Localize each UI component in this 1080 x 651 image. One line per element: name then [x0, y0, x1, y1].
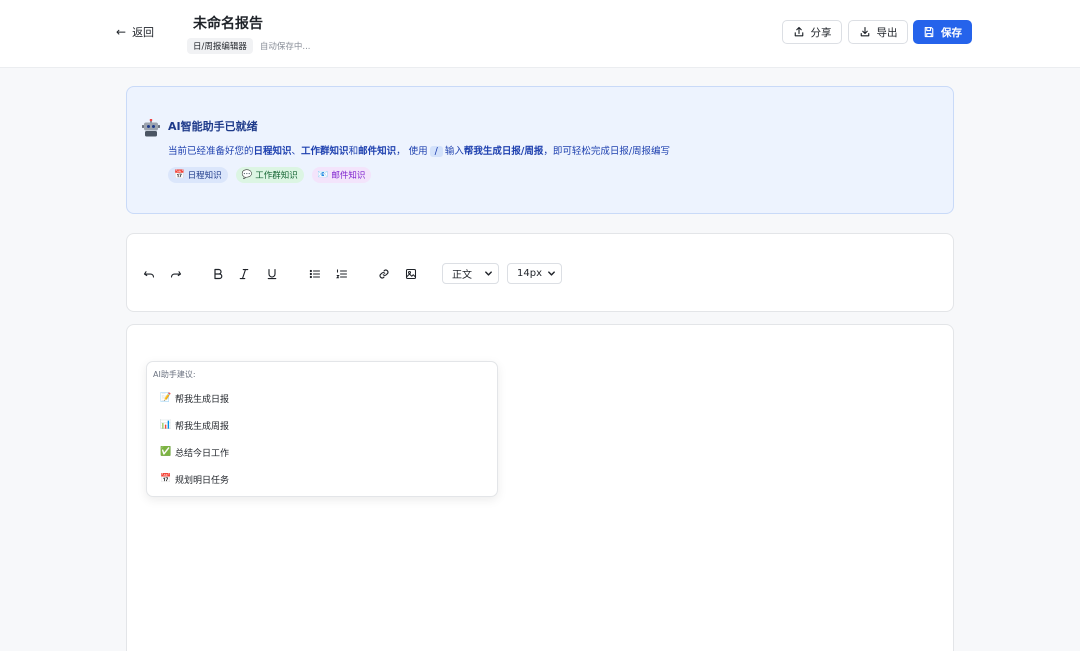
- suggestion-label: 总结今日工作: [175, 448, 230, 459]
- slash-command-key: /: [429, 146, 443, 157]
- robot-icon: [142, 119, 160, 137]
- download-icon: [860, 26, 869, 37]
- suggestion-plan-tomorrow[interactable]: 📅 规划明日任务: [160, 471, 229, 487]
- chip-mail-knowledge: 📧 邮件知识: [311, 167, 372, 183]
- bold-button[interactable]: [210, 266, 226, 282]
- knowledge-chips: 📅 日程知识 💬 工作群知识 📧 邮件知识: [168, 167, 372, 183]
- doc-meta: 日/周报编辑器 自动保存中...: [187, 38, 310, 54]
- link-button[interactable]: [376, 266, 392, 282]
- desc-mail-knowledge: 邮件知识: [358, 146, 397, 157]
- calendar-icon: 📅: [160, 474, 172, 484]
- ai-assistant-card: AI智能助手已就绪 当前已经准备好您的日程知识、工作群知识和邮件知识， 使用 / 输…: [126, 86, 954, 214]
- ai-suggestion-menu: AI助手建议: 📝 帮我生成日报 📊 帮我生成周报 ✅ 总结今日工作 📅 规划明…: [146, 361, 498, 497]
- chevron-down-icon: [485, 271, 492, 276]
- block-type-select[interactable]: 正文: [442, 263, 499, 284]
- export-button[interactable]: 导出: [848, 20, 908, 44]
- memo-icon: 📝: [160, 393, 172, 403]
- ai-card-title: AI智能助手已就绪: [168, 120, 258, 133]
- chip-label: 日程知识: [187, 171, 222, 181]
- chip-schedule-knowledge: 📅 日程知识: [168, 167, 228, 183]
- suggestion-summarize-today[interactable]: ✅ 总结今日工作: [160, 444, 229, 460]
- save-button[interactable]: 保存: [913, 20, 972, 44]
- desc-command: 帮我生成日报/周报: [463, 146, 544, 157]
- share-label: 分享: [810, 26, 832, 39]
- arrow-left-icon: ←: [116, 25, 127, 39]
- suggestion-label: 规划明日任务: [175, 475, 230, 486]
- undo-icon: [143, 271, 155, 278]
- italic-button[interactable]: [236, 266, 252, 282]
- italic-icon: [239, 268, 249, 280]
- formatting-toolbar: 正文 14px: [126, 233, 954, 312]
- save-label: 保存: [941, 26, 962, 39]
- autosave-status: 自动保存中...: [259, 42, 311, 52]
- block-type-value: 正文: [452, 270, 472, 281]
- underline-button[interactable]: [264, 266, 280, 282]
- underline-icon: [267, 268, 277, 280]
- bullet-list-button[interactable]: [307, 266, 323, 282]
- suggestion-generate-daily[interactable]: 📝 帮我生成日报: [160, 390, 229, 406]
- redo-button[interactable]: [168, 266, 184, 282]
- desc-text: 当前已经准备好您的: [168, 146, 254, 157]
- undo-button[interactable]: [141, 266, 157, 282]
- desc-schedule-knowledge: 日程知识: [253, 146, 292, 157]
- save-icon: [924, 26, 934, 38]
- top-header: ← 返回 未命名报告 日/周报编辑器 自动保存中... 分享 导出 保存: [0, 0, 1080, 68]
- share-icon: [794, 26, 803, 37]
- chip-label: 工作群知识: [255, 171, 298, 181]
- back-label: 返回: [132, 26, 155, 39]
- chip-group-knowledge: 💬 工作群知识: [235, 167, 304, 183]
- suggestion-menu-title: AI助手建议:: [153, 370, 196, 379]
- share-button[interactable]: 分享: [782, 20, 842, 44]
- link-icon: [379, 269, 389, 279]
- desc-group-knowledge: 工作群知识: [301, 146, 349, 157]
- suggestion-label: 帮我生成日报: [175, 394, 230, 405]
- bar-chart-icon: 📊: [160, 420, 172, 430]
- chevron-down-icon: [548, 271, 555, 276]
- desc-text: ，即可轻松完成日报/周报编写: [543, 146, 671, 157]
- export-label: 导出: [876, 26, 898, 39]
- chat-bubble-icon: 💬: [241, 170, 253, 180]
- numbered-list-button[interactable]: [334, 266, 350, 282]
- suggestion-generate-weekly[interactable]: 📊 帮我生成周报: [160, 417, 229, 433]
- redo-icon: [170, 271, 182, 278]
- ai-card-description: 当前已经准备好您的日程知识、工作群知识和邮件知识， 使用 / 输入帮我生成日报/周报…: [168, 143, 670, 157]
- suggestion-label: 帮我生成周报: [175, 421, 230, 432]
- font-size-select[interactable]: 14px: [507, 263, 562, 284]
- image-button[interactable]: [403, 266, 419, 282]
- image-icon: [405, 268, 417, 280]
- desc-text: 、: [291, 146, 302, 157]
- bullet-list-icon: [309, 269, 321, 279]
- desc-text: ， 使用: [396, 146, 428, 157]
- desc-text: 输入: [444, 146, 464, 157]
- bold-icon: [214, 268, 223, 280]
- page-title[interactable]: 未命名报告: [193, 13, 263, 33]
- font-size-value: 14px: [517, 268, 542, 279]
- numbered-list-icon: [336, 269, 348, 279]
- check-mark-icon: ✅: [160, 447, 172, 457]
- back-button[interactable]: ← 返回: [116, 24, 154, 40]
- chip-label: 邮件知识: [331, 171, 366, 181]
- desc-text: 和: [348, 146, 359, 157]
- editor-type-badge: 日/周报编辑器: [187, 38, 253, 54]
- email-icon: 📧: [317, 170, 329, 180]
- calendar-icon: 📅: [174, 170, 185, 180]
